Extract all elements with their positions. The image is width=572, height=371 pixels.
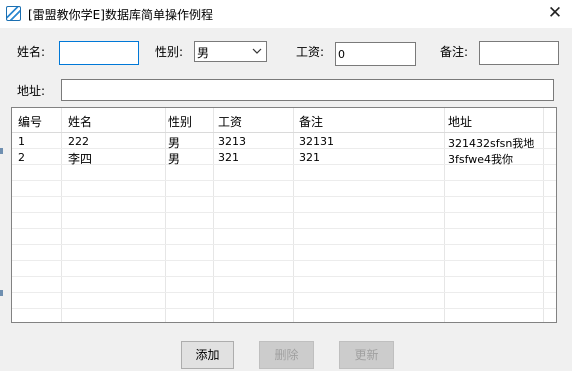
data-grid[interactable]: 编号 姓名 性别 工资 备注 地址 1 222 男 3213 32131 321… <box>11 107 557 323</box>
gender-select-value: 男 <box>197 46 210 60</box>
table-cell[interactable]: 3213 <box>218 135 246 148</box>
remark-input[interactable] <box>479 41 559 65</box>
column-header-gender[interactable]: 性别 <box>168 113 192 130</box>
gender-select[interactable]: 男 <box>194 41 267 62</box>
app-logo-icon <box>6 6 21 21</box>
window-title: [雷盟教你学E]数据库简单操作例程 <box>28 8 213 22</box>
column-header-name[interactable]: 姓名 <box>68 113 92 130</box>
edge-marker <box>0 290 3 296</box>
table-cell[interactable]: 1 <box>18 135 25 148</box>
address-label: 地址: <box>17 84 46 98</box>
column-header-address[interactable]: 地址 <box>448 113 472 130</box>
gender-label: 性别: <box>155 45 184 59</box>
table-cell[interactable]: 321432sfsn我地 <box>448 135 534 151</box>
column-header-salary[interactable]: 工资 <box>218 113 242 130</box>
chevron-down-icon <box>252 48 262 54</box>
table-cell[interactable]: 3fsfwe4我你 <box>448 151 513 167</box>
column-header-id[interactable]: 编号 <box>18 113 42 130</box>
table-cell[interactable]: 男 <box>168 134 180 151</box>
salary-input[interactable]: 0 <box>335 42 416 66</box>
address-input[interactable] <box>61 79 554 101</box>
table-cell[interactable]: 男 <box>168 150 180 167</box>
name-label: 姓名: <box>17 45 46 59</box>
table-cell[interactable]: 321 <box>299 151 320 164</box>
salary-label: 工资: <box>296 45 325 59</box>
remark-label: 备注: <box>440 45 469 59</box>
name-input[interactable] <box>59 41 139 65</box>
table-cell[interactable]: 32131 <box>299 135 334 148</box>
close-icon[interactable]: ✕ <box>538 0 572 28</box>
table-cell[interactable]: 李四 <box>68 150 92 167</box>
add-button[interactable]: 添加 <box>181 341 234 369</box>
table-cell[interactable]: 321 <box>218 151 239 164</box>
column-header-remark[interactable]: 备注 <box>299 113 323 130</box>
update-button[interactable]: 更新 <box>339 341 394 369</box>
edge-marker <box>0 148 3 154</box>
table-cell[interactable]: 222 <box>68 135 89 148</box>
table-cell[interactable]: 2 <box>18 151 25 164</box>
delete-button[interactable]: 删除 <box>259 341 314 369</box>
